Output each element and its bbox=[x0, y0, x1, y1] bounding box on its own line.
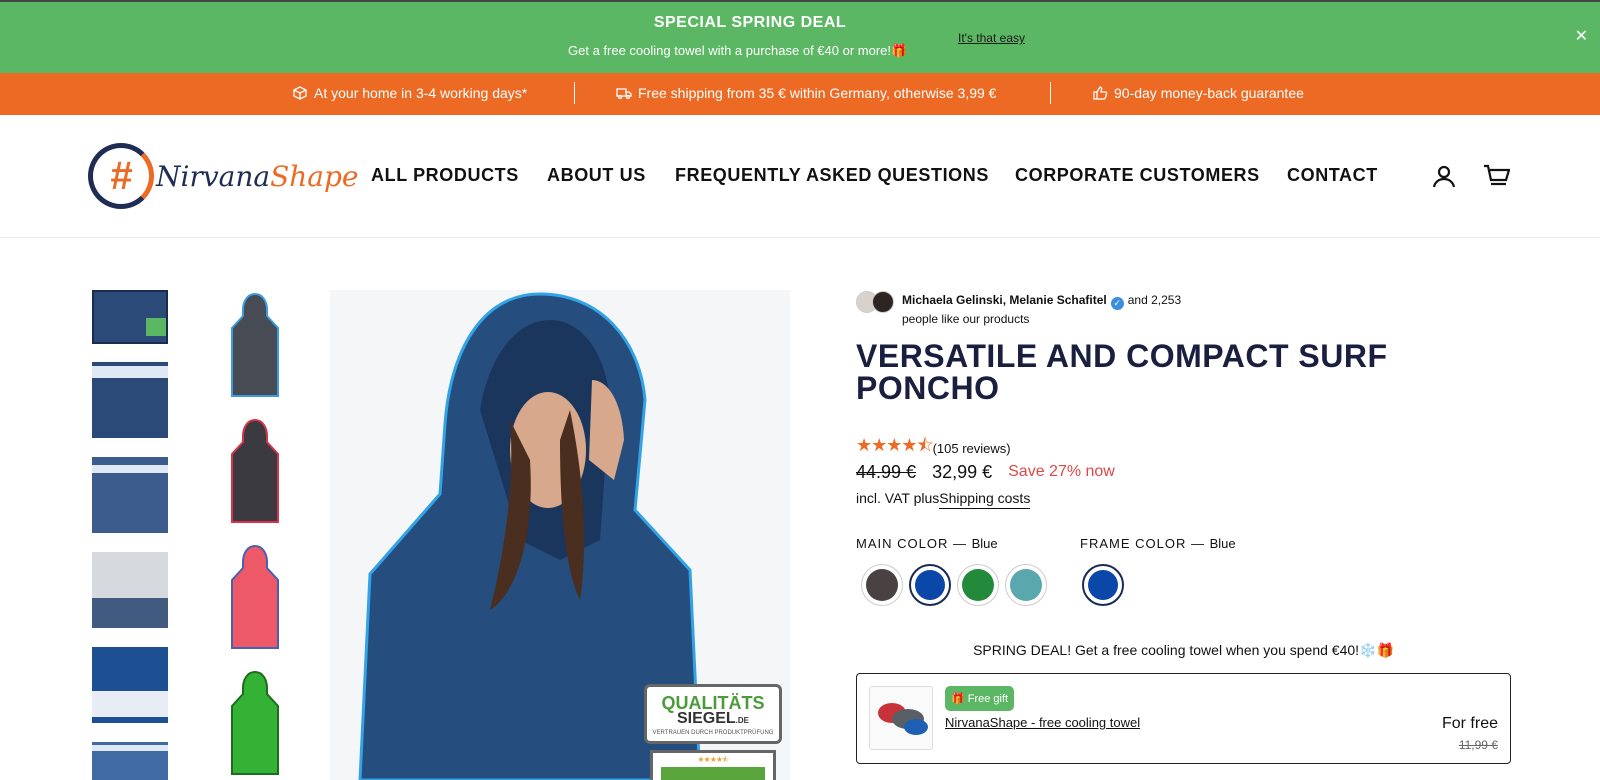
nav-corporate-customers[interactable]: CORPORATE CUSTOMERS bbox=[1015, 165, 1260, 186]
quality-seal-text: SIEGEL.DE bbox=[676, 709, 750, 727]
gallery-thumb[interactable] bbox=[92, 647, 168, 723]
account-icon[interactable] bbox=[1430, 162, 1458, 190]
frame-color-value: Blue bbox=[1209, 536, 1236, 551]
divider bbox=[574, 82, 575, 104]
logo-mark: # bbox=[88, 143, 154, 209]
swatch-green[interactable] bbox=[957, 564, 999, 606]
divider bbox=[1050, 82, 1051, 104]
benefit-label: At your home in 3-4 working days* bbox=[314, 85, 528, 101]
social-line2: people like our products bbox=[902, 312, 1030, 326]
product-rating[interactable]: ★★★★⯪ (105 reviews) bbox=[856, 433, 1011, 463]
original-price: 44.99 € bbox=[856, 462, 917, 482]
save-badge: Save 27% now bbox=[1008, 463, 1115, 480]
promo-banner: SPECIAL SPRING DEAL Get a free cooling t… bbox=[0, 0, 1600, 73]
swatch-blue[interactable] bbox=[909, 564, 951, 606]
main-color-value: Blue bbox=[971, 536, 998, 551]
sale-price: 32,99 € bbox=[932, 462, 993, 482]
variant-image-green[interactable] bbox=[222, 670, 288, 780]
variant-image-red[interactable] bbox=[222, 544, 288, 654]
benefits-bar: At your home in 3-4 working days* Free s… bbox=[0, 73, 1600, 115]
review-count[interactable]: (105 reviews) bbox=[933, 441, 1011, 456]
star-rating-icon: ★★★★⯪ bbox=[856, 435, 934, 455]
benefit-label: Free shipping from 35 € within Germany, … bbox=[638, 85, 997, 101]
close-icon[interactable]: ✕ bbox=[1575, 26, 1588, 46]
quality-seal-badge: QUALITÄTS SIEGEL.DE VERTRAUEN DURCH PROD… bbox=[644, 684, 782, 744]
variant-image-black[interactable] bbox=[222, 418, 288, 528]
spring-deal-text: SPRING DEAL! Get a free cooling towel wh… bbox=[973, 642, 1394, 658]
thumbs-up-icon bbox=[1093, 86, 1108, 100]
avatar bbox=[872, 291, 894, 313]
nav-all-products[interactable]: ALL PRODUCTS bbox=[371, 165, 519, 186]
social-names: Michaela Gelinski, Melanie Schafitel bbox=[902, 293, 1107, 307]
avatar-group bbox=[856, 291, 894, 328]
benefit-label: 90-day money-back guarantee bbox=[1114, 85, 1304, 101]
badge-stars: ★★★★⯪ bbox=[697, 755, 729, 764]
swatch-frame-blue[interactable] bbox=[1082, 564, 1124, 606]
frame-color-label: FRAME COLOR — Blue bbox=[1080, 536, 1236, 551]
gallery-thumb[interactable] bbox=[92, 742, 168, 780]
free-gift-tag: 🎁 Free gift bbox=[945, 686, 1015, 711]
promo-link[interactable]: It's that easy bbox=[958, 31, 1025, 45]
promo-subtitle: Get a free cooling towel with a purchase… bbox=[568, 43, 908, 58]
benefit-shipping: Free shipping from 35 € within Germany, … bbox=[616, 85, 996, 101]
gallery-thumb[interactable] bbox=[92, 362, 168, 438]
swatch-dark-grey[interactable] bbox=[861, 564, 903, 606]
nav-faq[interactable]: FREQUENTLY ASKED QUESTIONS bbox=[675, 165, 989, 186]
nav-about-us[interactable]: ABOUT US bbox=[547, 165, 646, 186]
gift-product-link[interactable]: NirvanaShape - free cooling towel bbox=[945, 715, 1140, 730]
swatch-teal[interactable] bbox=[1005, 564, 1047, 606]
site-header: # NirvanaShape ALL PRODUCTS ABOUT US FRE… bbox=[0, 115, 1600, 238]
nav-contact[interactable]: CONTACT bbox=[1287, 165, 1378, 186]
social-count: and 2,253 bbox=[1127, 293, 1182, 307]
package-icon bbox=[293, 86, 307, 100]
vat-note: incl. VAT plusShipping costs bbox=[856, 490, 1031, 509]
social-proof: Michaela Gelinski, Melanie Schafitel ✓ and… bbox=[856, 291, 1181, 328]
quality-seal-caption: VERTRAUEN DURCH PRODUKTPRÜFUNG bbox=[652, 729, 774, 736]
gift-image bbox=[869, 686, 933, 750]
cart-icon[interactable] bbox=[1482, 162, 1510, 190]
promo-title: SPECIAL SPRING DEAL bbox=[653, 14, 847, 31]
gallery-thumb[interactable] bbox=[92, 457, 168, 533]
shipping-costs-link[interactable]: Shipping costs bbox=[939, 490, 1031, 509]
truck-icon bbox=[616, 88, 632, 100]
main-color-label: MAIN COLOR — Blue bbox=[856, 536, 998, 551]
verified-icon: ✓ bbox=[1110, 297, 1124, 310]
gift-price: For free bbox=[1441, 715, 1498, 732]
logo[interactable]: # NirvanaShape bbox=[88, 143, 358, 209]
gallery-thumb[interactable] bbox=[92, 290, 168, 344]
benefit-guarantee: 90-day money-back guarantee bbox=[1092, 85, 1304, 101]
variant-image-grey[interactable] bbox=[222, 292, 288, 402]
product-title: VERSATILE AND COMPACT SURF PONCHO bbox=[856, 338, 1388, 406]
gallery-thumb[interactable] bbox=[92, 552, 168, 628]
logo-text: NirvanaShape bbox=[156, 159, 359, 193]
price-block: 44.99 € 32,99 € Save 27% now bbox=[856, 462, 1115, 483]
quality-rating-badge: ★★★★⯪ bbox=[650, 750, 776, 780]
benefit-delivery: At your home in 3-4 working days* bbox=[292, 85, 527, 101]
gift-original-price: 11,99 € bbox=[1458, 738, 1498, 752]
free-gift-card: 🎁 Free gift NirvanaShape - free cooling … bbox=[856, 673, 1511, 764]
